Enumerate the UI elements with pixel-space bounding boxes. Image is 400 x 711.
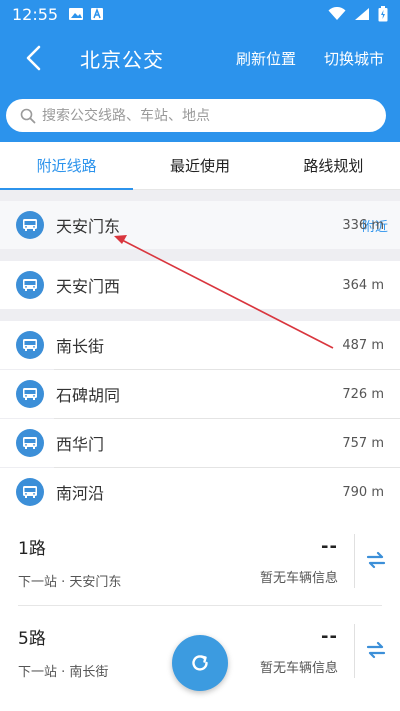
route-name: 1路 — [18, 539, 46, 559]
signal-icon — [355, 8, 369, 20]
station-item[interactable]: 南长街 487 m — [0, 321, 400, 369]
status-time: 12:55 — [12, 4, 59, 24]
bus-icon — [16, 380, 44, 408]
tab-nearby-routes[interactable]: 附近线路 — [0, 142, 134, 190]
station-name: 南长街 — [56, 337, 105, 356]
search-box[interactable] — [6, 99, 386, 132]
swap-direction-button[interactable] — [364, 546, 388, 574]
route-next-stop: 下一站 · 天安门东 — [18, 575, 122, 590]
refresh-icon — [192, 655, 208, 671]
search-icon — [20, 108, 36, 123]
app-notification-icon — [91, 7, 104, 20]
station-item[interactable]: 天安门东 附近 336 m — [0, 201, 400, 249]
station-name: 天安门西 — [56, 277, 121, 296]
station-distance: 726 m — [342, 386, 384, 402]
station-distance: 757 m — [342, 435, 384, 451]
bus-icon — [16, 331, 44, 359]
station-item[interactable]: 南河沿 790 m — [0, 468, 400, 516]
gallery-notification-icon — [69, 8, 84, 20]
route-item[interactable]: 1路 下一站 · 天安门东 -- 暂无车辆信息 — [0, 516, 400, 606]
station-name: 西华门 — [56, 435, 105, 454]
station-distance: 336 m — [342, 217, 384, 233]
page-title: 北京公交 — [80, 48, 164, 72]
bus-icon — [16, 429, 44, 457]
back-button[interactable] — [18, 42, 48, 74]
station-distance: 487 m — [342, 337, 384, 353]
status-bar: 12:55 — [0, 0, 400, 28]
divider — [354, 624, 355, 678]
wifi-icon — [328, 7, 346, 20]
route-status: 暂无车辆信息 — [259, 571, 338, 586]
route-name: 5路 — [18, 629, 46, 649]
battery-icon — [378, 6, 388, 22]
switch-city-button[interactable]: 切换城市 — [324, 48, 384, 69]
search-area — [0, 88, 400, 142]
route-eta: -- — [321, 536, 338, 557]
station-item[interactable]: 石碑胡同 726 m — [0, 370, 400, 418]
station-distance: 364 m — [342, 277, 384, 293]
bus-icon — [16, 271, 44, 299]
station-distance: 790 m — [342, 484, 384, 500]
route-status: 暂无车辆信息 — [259, 661, 338, 676]
tab-route-planning[interactable]: 路线规划 — [267, 142, 400, 189]
bus-icon — [16, 478, 44, 506]
swap-direction-button[interactable] — [364, 636, 388, 664]
station-name: 天安门东 — [56, 217, 121, 236]
app-bar: 北京公交 刷新位置 切换城市 — [0, 28, 400, 88]
station-item[interactable]: 天安门西 364 m — [0, 261, 400, 309]
route-next-stop: 下一站 · 南长街 — [18, 665, 109, 680]
refresh-location-button[interactable]: 刷新位置 — [236, 48, 296, 69]
divider — [354, 534, 355, 588]
station-name: 石碑胡同 — [56, 386, 121, 405]
refresh-fab-button[interactable] — [172, 635, 228, 691]
swap-direction-icon — [366, 641, 386, 659]
station-name: 南河沿 — [56, 484, 105, 503]
route-eta: -- — [321, 626, 338, 647]
back-arrow-icon — [26, 45, 41, 71]
tab-bar: 附近线路 最近使用 路线规划 — [0, 142, 400, 190]
bus-icon — [16, 211, 44, 239]
tab-recent[interactable]: 最近使用 — [133, 142, 266, 189]
search-input[interactable] — [42, 107, 362, 124]
station-item[interactable]: 西华门 757 m — [0, 419, 400, 467]
swap-direction-icon — [366, 551, 386, 569]
